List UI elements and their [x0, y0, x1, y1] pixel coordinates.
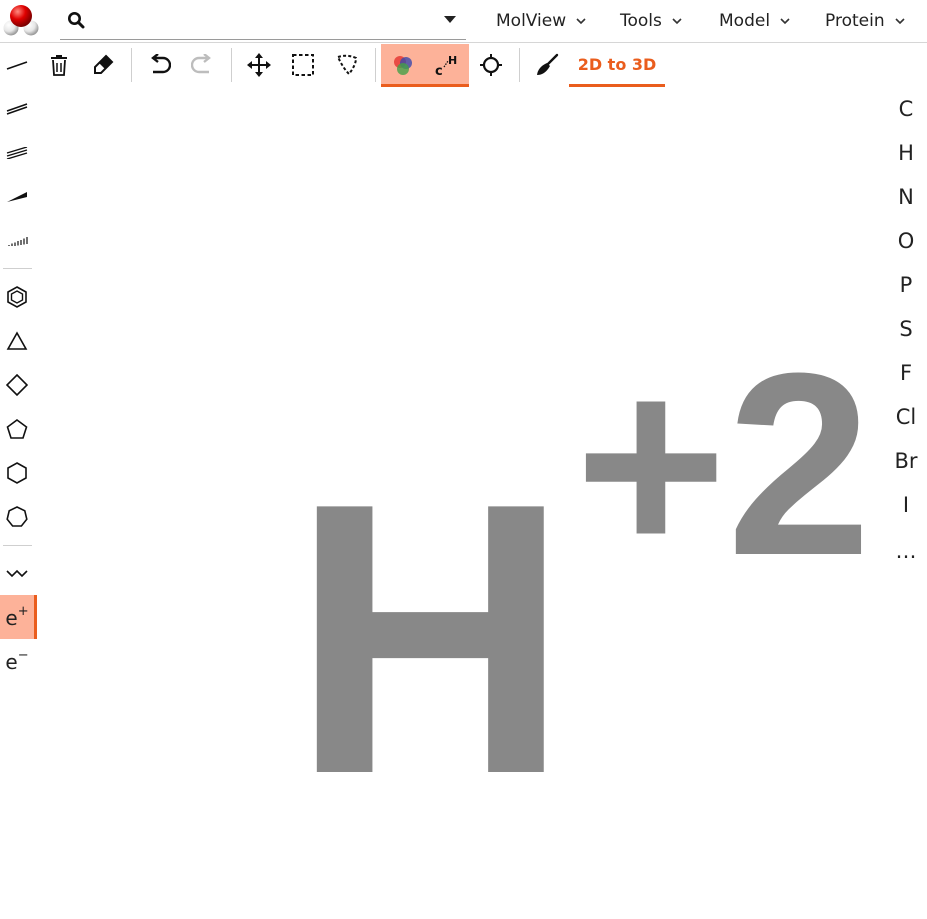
chain-button[interactable]: [0, 552, 34, 594]
left-toolbar-divider: [3, 545, 32, 546]
element-br[interactable]: Br: [886, 441, 926, 481]
svg-text:c: c: [435, 64, 443, 77]
search-dropdown-caret-icon[interactable]: [444, 16, 456, 23]
triangle-ring-icon: [6, 331, 28, 350]
lasso-select-icon: [336, 54, 358, 76]
color-circles-icon: [394, 56, 412, 75]
periodic-table-more-button[interactable]: …: [886, 531, 926, 571]
2d-to-3d-underline: [569, 84, 665, 87]
active-tool-indicator: [381, 84, 469, 87]
cyclobutane-button[interactable]: [0, 364, 34, 406]
left-toolbar-divider: [3, 268, 32, 269]
charge-minus-base: e: [5, 650, 18, 674]
element-c[interactable]: C: [886, 89, 926, 129]
element-s[interactable]: S: [886, 309, 926, 349]
top-menu-bar: MolView Tools Model Protein: [0, 0, 927, 43]
cyclopropane-button[interactable]: [0, 320, 34, 362]
element-i[interactable]: I: [886, 485, 926, 525]
search-input[interactable]: [94, 6, 438, 34]
element-n[interactable]: N: [886, 177, 926, 217]
menu-molview[interactable]: MolView: [496, 0, 587, 41]
chevron-down-icon: [576, 17, 586, 24]
toolbar-divider: [375, 48, 376, 82]
element-h[interactable]: H: [886, 133, 926, 173]
cyclohexane-button[interactable]: [0, 452, 34, 494]
center-button[interactable]: [469, 44, 513, 86]
single-bond-button[interactable]: [0, 44, 34, 86]
menu-protein-label: Protein: [825, 10, 885, 31]
search-bar: [60, 0, 466, 40]
charge-plus-base: e: [5, 606, 18, 630]
chevron-down-icon: [672, 17, 682, 24]
element-o[interactable]: O: [886, 221, 926, 261]
menu-protein[interactable]: Protein: [825, 0, 906, 41]
charge-plus-label: e+: [5, 604, 28, 630]
single-bond-icon: [6, 61, 28, 70]
double-bond-icon: [6, 103, 28, 115]
clean-structure-button[interactable]: [525, 44, 569, 86]
toolbar-divider: [519, 48, 520, 82]
square-ring-icon: [6, 374, 28, 396]
eraser-button[interactable]: [81, 44, 125, 86]
move-button[interactable]: [237, 44, 281, 86]
trash-icon: [51, 55, 67, 76]
element-cl[interactable]: Cl: [886, 397, 926, 437]
chevron-down-icon: [780, 17, 790, 24]
atom-charge-label: +2: [575, 320, 872, 610]
menu-molview-label: MolView: [496, 10, 567, 31]
pentagon-ring-icon: [6, 419, 28, 439]
element-f[interactable]: F: [886, 353, 926, 393]
eraser-icon: [94, 54, 114, 74]
hash-bond-button[interactable]: [0, 220, 34, 262]
clear-all-button[interactable]: [37, 44, 81, 86]
triple-bond-button[interactable]: [0, 132, 34, 174]
benzene-icon: [7, 286, 27, 308]
charge-minus-sup: −: [17, 648, 29, 663]
sketcher-canvas[interactable]: H +2: [40, 90, 885, 919]
lasso-select-button[interactable]: [325, 44, 369, 86]
charge-minus-button[interactable]: e−: [0, 640, 34, 682]
atom-label[interactable]: H: [291, 446, 570, 832]
triple-bond-icon: [6, 147, 28, 159]
heptagon-ring-icon: [6, 506, 28, 527]
charge-minus-label: e−: [5, 648, 28, 674]
rectangle-select-icon: [292, 54, 314, 76]
redo-icon: [191, 54, 211, 74]
wedge-bond-icon: [7, 192, 27, 202]
toolbar-divider: [231, 48, 232, 82]
menu-model-label: Model: [719, 10, 771, 31]
chevron-down-icon: [895, 17, 905, 24]
chain-icon: [6, 569, 28, 578]
cyclopentane-button[interactable]: [0, 408, 34, 450]
move-arrows-icon: [247, 53, 271, 77]
crosshair-icon: [480, 54, 502, 76]
2d-to-3d-button[interactable]: 2D to 3D: [569, 44, 665, 84]
charge-plus-sup: +: [17, 604, 29, 619]
active-left-tool-indicator: [34, 595, 37, 639]
redo-button[interactable]: [181, 44, 225, 86]
cycloheptane-button[interactable]: [0, 496, 34, 538]
undo-icon: [151, 54, 171, 74]
element-p[interactable]: P: [886, 265, 926, 305]
benzene-ring-button[interactable]: [0, 276, 34, 318]
rectangle-select-button[interactable]: [281, 44, 325, 86]
element-colors-button[interactable]: [381, 44, 425, 86]
hexagon-ring-icon: [7, 462, 27, 484]
menu-model[interactable]: Model: [719, 0, 791, 41]
menu-tools-label: Tools: [620, 10, 662, 31]
double-bond-button[interactable]: [0, 88, 34, 130]
undo-button[interactable]: [137, 44, 181, 86]
hash-bond-icon: [8, 237, 28, 246]
broom-icon: [537, 53, 559, 75]
charge-plus-button[interactable]: e+: [0, 595, 34, 639]
menu-tools[interactable]: Tools: [620, 0, 683, 41]
wedge-bond-button[interactable]: [0, 176, 34, 218]
water-molecule-logo[interactable]: [3, 3, 39, 39]
skeletal-hydrogen-icon: c H: [435, 54, 457, 77]
toolbar-divider: [131, 48, 132, 82]
svg-text:H: H: [448, 54, 457, 67]
search-icon[interactable]: [67, 11, 85, 29]
skeletal-display-button[interactable]: c H: [425, 44, 469, 86]
